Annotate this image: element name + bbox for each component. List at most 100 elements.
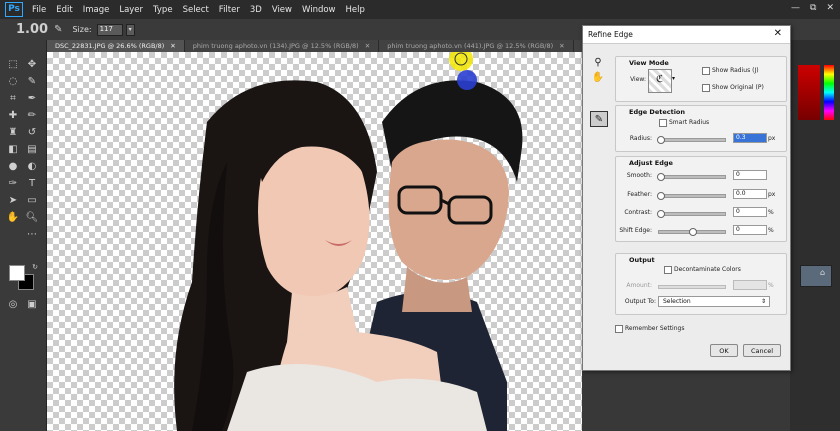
dialog-close-icon[interactable]: ✕ [774,28,782,39]
eyedropper-tool-icon[interactable]: ✒ [25,92,39,104]
output-to-select[interactable]: Selection ⇕ [658,296,770,307]
output-section: Output Decontaminate Colors Amount: % Ou… [615,253,787,315]
shift-edge-slider-thumb[interactable] [689,228,697,236]
blur-tool-icon[interactable]: ● [6,160,20,172]
eraser-tool-icon[interactable]: ◧ [6,143,20,155]
ok-button[interactable]: OK [710,344,738,357]
tab-document-2[interactable]: phim truong aphoto.vn (134).JPG @ 12.5% … [185,40,380,52]
shape-tool-icon[interactable]: ▭ [25,194,39,206]
feather-unit: px [768,191,776,198]
view-dropdown-arrow-icon[interactable]: ▾ [672,75,675,82]
photo-couple [174,52,523,431]
show-radius-checkbox[interactable] [702,67,710,75]
layer-thumbnail[interactable] [800,265,832,287]
shift-edge-input[interactable]: 0 [733,225,767,235]
foreground-color-swatch[interactable] [9,265,25,281]
feather-slider-thumb[interactable] [657,192,665,200]
smart-radius-checkbox[interactable] [659,119,667,127]
path-select-tool-icon[interactable]: ➤ [6,194,20,206]
feather-slider[interactable] [657,192,726,200]
menu-type[interactable]: Type [153,5,173,15]
view-mode-section: View Mode View: ℭ ▾ Show Radius (J) Show… [615,56,787,102]
amount-slider[interactable] [658,285,726,289]
menu-3d[interactable]: 3D [250,5,262,15]
gradient-tool-icon[interactable]: ▤ [25,143,39,155]
menu-help[interactable]: Help [346,5,365,15]
decontaminate-colors-checkbox[interactable] [664,266,672,274]
radius-slider[interactable] [657,136,726,144]
close-tab-icon[interactable]: ✕ [170,42,175,50]
clone-stamp-tool-icon[interactable]: ♜ [6,126,20,138]
feather-input[interactable]: 0.0 [733,189,767,199]
tab-document-1[interactable]: DSC_22831.JPG @ 26.6% (RGB/8) ✕ [47,40,185,52]
radius-unit: px [768,135,776,142]
close-button[interactable]: ✕ [826,3,834,13]
restore-button[interactable]: ⧉ [810,3,816,13]
amount-input[interactable] [733,280,767,290]
menu-window[interactable]: Window [302,5,336,15]
menu-filter[interactable]: Filter [219,5,240,15]
contrast-input[interactable]: 0 [733,207,767,217]
remember-settings-label: Remember Settings [625,325,685,332]
view-mode-thumbnail[interactable]: ℭ [648,69,672,93]
remember-settings-checkbox[interactable] [615,325,623,333]
smooth-slider[interactable] [657,173,726,181]
close-tab-icon[interactable]: ✕ [365,42,370,50]
dodge-tool-icon[interactable]: ◐ [25,160,39,172]
size-input[interactable]: 117 [96,23,123,36]
contrast-slider[interactable] [657,210,726,218]
menu-image[interactable]: Image [83,5,110,15]
dialog-title-bar[interactable]: Refine Edge ✕ [583,26,790,44]
edge-detection-title: Edge Detection [629,108,686,116]
radius-input[interactable]: 0.3 [733,133,767,143]
zoom-tool-icon[interactable]: 🔍︎ [25,211,39,223]
type-tool-icon[interactable]: T [25,177,39,189]
show-original-checkbox[interactable] [702,84,710,92]
minimize-button[interactable]: — [791,3,800,13]
quick-select-tool-icon[interactable]: ✎ [25,75,39,87]
crop-tool-icon[interactable]: ⌗ [6,92,20,104]
brush-preset-icon[interactable]: ✎ [54,24,62,35]
pen-tool-icon[interactable]: ✑ [6,177,20,189]
smooth-label: Smooth: [626,172,652,179]
radius-slider-thumb[interactable] [657,136,665,144]
select-arrow-icon: ⇕ [760,298,766,305]
zoom-tool-icon[interactable]: ⚲ [592,56,604,68]
edge-detection-section: Edge Detection Smart Radius Radius: 0.3 … [615,105,787,152]
amount-label: Amount: [626,282,652,289]
contrast-slider-thumb[interactable] [657,210,665,218]
hand-tool-icon[interactable]: ✋ [6,211,20,223]
hue-slider[interactable] [824,65,834,120]
healing-tool-icon[interactable]: ✚ [6,109,20,121]
cancel-button[interactable]: Cancel [743,344,781,357]
menu-file[interactable]: File [32,5,46,15]
edit-toolbar-icon[interactable]: ⋯ [25,228,39,240]
size-stepper-icon[interactable]: ▾ [125,23,135,36]
close-tab-icon[interactable]: ✕ [559,42,564,50]
document-tabs: DSC_22831.JPG @ 26.6% (RGB/8) ✕ phim truo… [47,40,582,52]
contrast-unit: % [768,209,774,216]
document-canvas[interactable] [47,52,582,431]
menu-view[interactable]: View [272,5,292,15]
menu-select[interactable]: Select [183,5,209,15]
window-controls: — ⧉ ✕ [791,3,834,13]
menu-layer[interactable]: Layer [119,5,143,15]
shift-edge-slider[interactable] [658,228,726,236]
tab-document-3[interactable]: phim truong aphoto.vn (441).JPG @ 12.5% … [379,40,574,52]
move-tool-icon[interactable]: ✥ [25,58,39,70]
menu-edit[interactable]: Edit [56,5,72,15]
marquee-tool-icon[interactable]: ⬚ [6,58,20,70]
refine-radius-tool-icon[interactable]: ✎ [590,111,608,127]
swap-colors-icon[interactable]: ↻ [28,261,42,273]
color-swatch-red[interactable] [798,65,820,120]
smooth-slider-thumb[interactable] [657,173,665,181]
brush-tool-icon[interactable]: ✏ [25,109,39,121]
view-label: View: [630,76,646,83]
radius-label: Radius: [629,135,652,142]
smooth-input[interactable]: 0 [733,170,767,180]
lasso-tool-icon[interactable]: ◌ [6,75,20,87]
hand-tool-icon[interactable]: ✋ [592,71,604,83]
quick-mask-icon[interactable]: ◎ [6,298,20,310]
history-brush-tool-icon[interactable]: ↺ [25,126,39,138]
screen-mode-icon[interactable]: ▣ [25,298,39,310]
